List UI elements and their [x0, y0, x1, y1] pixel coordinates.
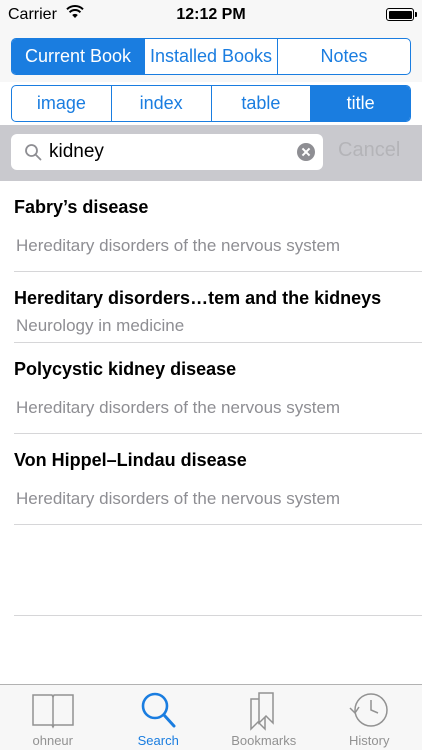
status-time: 12:12 PM: [176, 6, 246, 23]
history-icon: [349, 693, 388, 727]
tab-notes[interactable]: Notes: [277, 39, 410, 74]
search-icon: [141, 692, 176, 728]
results-list: Fabry’s disease Hereditary disorders of …: [0, 181, 422, 616]
bookmarks-icon: [250, 692, 274, 731]
tab-table[interactable]: table: [210, 86, 311, 121]
result-title: Fabry’s disease: [14, 197, 149, 217]
tab-bar-label: ohneur: [32, 733, 73, 748]
tab-bar: ohneur Search Bookmarks History: [0, 684, 422, 750]
book-icon: [32, 694, 74, 729]
search-input[interactable]: [49, 134, 294, 170]
tab-bar-item-book[interactable]: ohneur: [0, 685, 106, 750]
clear-icon[interactable]: [297, 143, 315, 161]
tab-index[interactable]: index: [110, 86, 211, 121]
tab-title[interactable]: title: [310, 86, 410, 121]
result-subtitle: Hereditary disorders of the nervous syst…: [16, 489, 341, 508]
list-item[interactable]: Fabry’s disease Hereditary disorders of …: [14, 181, 422, 272]
result-subtitle: Hereditary disorders of the nervous syst…: [16, 398, 341, 417]
search-icon: [25, 144, 42, 161]
list-item[interactable]: Hereditary disorders…tem and the kidneys…: [14, 272, 422, 343]
tab-bar-item-search[interactable]: Search: [106, 685, 212, 750]
tab-current-book[interactable]: Current Book: [12, 39, 144, 74]
status-bar: Carrier 12:12 PM: [0, 0, 422, 30]
battery-icon: [386, 8, 417, 21]
search-bar: Cancel: [0, 125, 422, 181]
result-subtitle: Neurology in medicine: [16, 316, 185, 335]
search-field-container[interactable]: [11, 134, 323, 170]
tab-bar-item-bookmarks[interactable]: Bookmarks: [211, 685, 317, 750]
scope-segmented-control: Current Book Installed Books Notes: [11, 38, 411, 75]
tab-bar-item-history[interactable]: History: [317, 685, 422, 750]
tab-image[interactable]: image: [12, 86, 111, 121]
tab-bar-label: History: [349, 733, 390, 748]
field-segmented-control: image index table title: [11, 85, 411, 122]
list-item[interactable]: Polycystic kidney disease Hereditary dis…: [14, 343, 422, 434]
cancel-button[interactable]: Cancel: [338, 139, 400, 162]
tab-installed-books[interactable]: Installed Books: [144, 39, 277, 74]
search-screen: Carrier 12:12 PM Current Book Installed …: [0, 0, 422, 750]
tab-bar-label: Search: [137, 733, 179, 748]
list-item[interactable]: Von Hippel–Lindau disease Hereditary dis…: [14, 434, 422, 525]
tab-bar-label: Bookmarks: [231, 733, 297, 748]
result-title: Hereditary disorders…tem and the kidneys: [14, 288, 382, 308]
empty-row: [14, 525, 422, 616]
result-subtitle: Hereditary disorders of the nervous syst…: [16, 236, 341, 255]
result-title: Von Hippel–Lindau disease: [14, 450, 247, 470]
result-title: Polycystic kidney disease: [14, 359, 237, 379]
